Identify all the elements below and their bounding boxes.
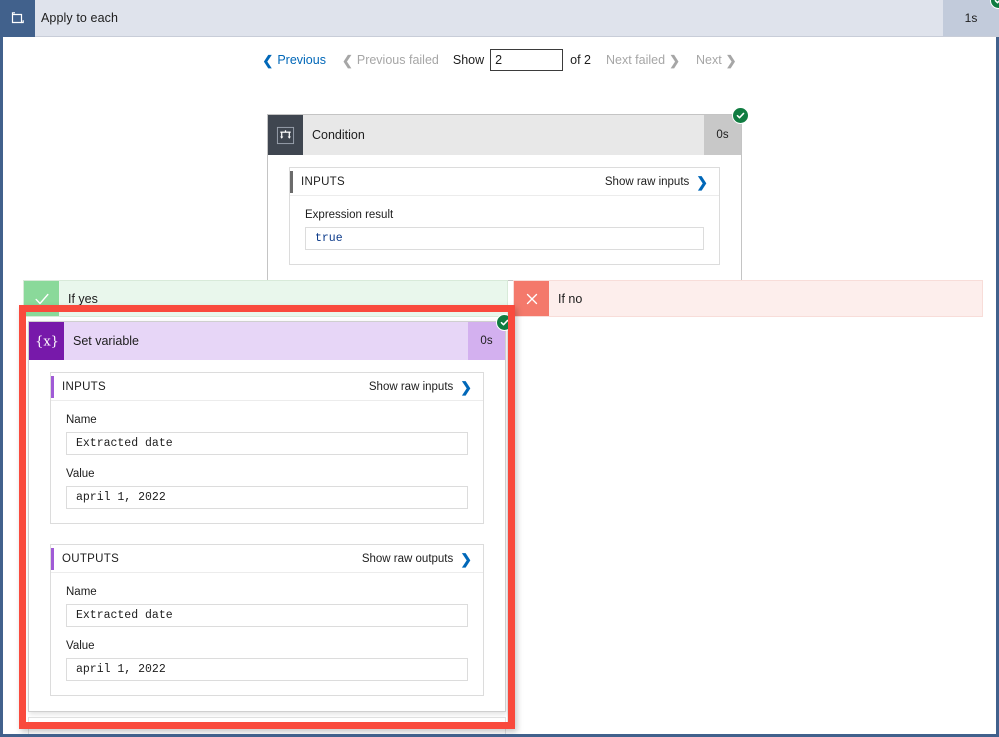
next-label: Next bbox=[695, 53, 722, 67]
set-variable-outputs-section: OUTPUTS Show raw outputs ❯ Name Extracte… bbox=[50, 544, 484, 696]
show-raw-inputs-link[interactable]: Show raw inputs ❯ bbox=[605, 175, 708, 189]
branch-if-no-header[interactable]: If no bbox=[513, 280, 983, 317]
field-label-name: Name bbox=[66, 414, 97, 426]
set-variable-card[interactable]: {x} Set variable 0s INPUTS Show raw inpu… bbox=[28, 314, 513, 712]
show-raw-outputs-link[interactable]: Show raw outputs ❯ bbox=[362, 552, 472, 566]
check-icon bbox=[24, 281, 59, 316]
chevron-right-icon: ❯ bbox=[460, 550, 472, 567]
outputs-value-value[interactable]: april 1, 2022 bbox=[66, 658, 468, 681]
show-label: Show bbox=[452, 53, 485, 67]
previous-label: Previous bbox=[277, 53, 326, 67]
show-raw-inputs-link[interactable]: Show raw inputs ❯ bbox=[369, 380, 472, 394]
set-variable-card-header[interactable]: {x} Set variable 0s bbox=[29, 314, 513, 360]
outputs-name-value[interactable]: Extracted date bbox=[66, 604, 468, 627]
variable-braces-icon: {x} bbox=[29, 322, 64, 360]
set-variable-card-title: Set variable bbox=[73, 334, 140, 348]
next-failed-button[interactable]: Next failed ❯ bbox=[598, 53, 688, 67]
branch-scroll-placeholder bbox=[28, 717, 506, 734]
previous-failed-label: Previous failed bbox=[356, 53, 439, 67]
condition-duration-text: 0s bbox=[716, 129, 729, 141]
branch-if-yes-label: If yes bbox=[68, 291, 98, 306]
set-variable-duration-badge: 0s bbox=[468, 314, 513, 360]
condition-duration-badge: 0s bbox=[704, 107, 749, 155]
status-badge-succeeded bbox=[496, 314, 513, 331]
condition-inputs-body: Expression result true bbox=[290, 196, 719, 264]
chevron-right-icon: ❯ bbox=[669, 52, 680, 68]
show-raw-outputs-label: Show raw outputs bbox=[361, 552, 454, 565]
next-button[interactable]: Next ❯ bbox=[688, 53, 745, 67]
show-raw-inputs-label: Show raw inputs bbox=[604, 175, 690, 188]
chevron-right-icon: ❯ bbox=[460, 378, 472, 395]
chevron-left-icon: ❮ bbox=[262, 52, 274, 68]
condition-card[interactable]: Condition 0s INPUTS Show raw inputs ❯ Ex… bbox=[267, 107, 749, 281]
condition-branch-icon bbox=[268, 115, 303, 155]
svg-text:{x}: {x} bbox=[35, 334, 59, 349]
window-titlebar: Apply to each 1s bbox=[0, 0, 999, 37]
status-badge-succeeded bbox=[990, 0, 999, 9]
previous-failed-button[interactable]: ❮ Previous failed bbox=[334, 53, 447, 67]
page-title: Apply to each bbox=[41, 11, 119, 25]
set-variable-outputs-body: Name Extracted date Value april 1, 2022 bbox=[51, 573, 483, 695]
expression-result-value[interactable]: true bbox=[305, 227, 704, 250]
section-heading: INPUTS bbox=[301, 175, 345, 188]
section-heading: INPUTS bbox=[62, 380, 106, 393]
total-count-label: of 2 bbox=[570, 53, 591, 67]
foreach-loop-icon bbox=[0, 0, 35, 37]
field-label-value: Value bbox=[66, 640, 95, 652]
condition-card-title: Condition bbox=[312, 128, 365, 142]
iteration-number-input[interactable] bbox=[490, 49, 564, 71]
set-variable-duration-text: 0s bbox=[480, 335, 493, 347]
chevron-right-icon: ❯ bbox=[696, 173, 708, 190]
next-failed-label: Next failed bbox=[606, 53, 666, 67]
run-duration-badge: 1s bbox=[943, 0, 999, 36]
chevron-left-icon: ❮ bbox=[341, 52, 353, 68]
iteration-pager: ❮ Previous ❮ Previous failed Show of 2 N… bbox=[3, 49, 996, 71]
set-variable-inputs-header: INPUTS Show raw inputs ❯ bbox=[51, 373, 483, 401]
run-content-frame: ❮ Previous ❮ Previous failed Show of 2 N… bbox=[0, 37, 999, 737]
section-heading: OUTPUTS bbox=[62, 552, 120, 565]
status-badge-succeeded bbox=[732, 107, 749, 124]
set-variable-inputs-body: Name Extracted date Value april 1, 2022 bbox=[51, 401, 483, 523]
previous-button[interactable]: ❮ Previous bbox=[254, 53, 334, 67]
set-variable-card-body: INPUTS Show raw inputs ❯ Name Extracted … bbox=[29, 360, 505, 711]
field-label: Expression result bbox=[305, 209, 394, 221]
condition-inputs-section: INPUTS Show raw inputs ❯ Expression resu… bbox=[289, 167, 720, 265]
branch-if-yes-header[interactable]: If yes bbox=[23, 280, 508, 317]
condition-card-header[interactable]: Condition 0s bbox=[268, 107, 749, 155]
inputs-name-value[interactable]: Extracted date bbox=[66, 432, 468, 455]
set-variable-outputs-header: OUTPUTS Show raw outputs ❯ bbox=[51, 545, 483, 573]
inputs-value-value[interactable]: april 1, 2022 bbox=[66, 486, 468, 509]
x-icon bbox=[514, 281, 549, 316]
chevron-right-icon: ❯ bbox=[725, 52, 737, 68]
run-duration-text: 1s bbox=[964, 11, 978, 25]
set-variable-inputs-section: INPUTS Show raw inputs ❯ Name Extracted … bbox=[50, 372, 484, 524]
show-raw-inputs-label: Show raw inputs bbox=[368, 380, 454, 393]
run-history-page: Apply to each 1s ❮ Previous ❮ Previous f… bbox=[0, 0, 999, 737]
condition-inputs-header: INPUTS Show raw inputs ❯ bbox=[290, 168, 719, 196]
field-label-name: Name bbox=[66, 586, 97, 598]
branch-if-no-label: If no bbox=[558, 291, 583, 306]
field-label-value: Value bbox=[66, 468, 95, 480]
condition-card-body: INPUTS Show raw inputs ❯ Expression resu… bbox=[268, 155, 741, 280]
